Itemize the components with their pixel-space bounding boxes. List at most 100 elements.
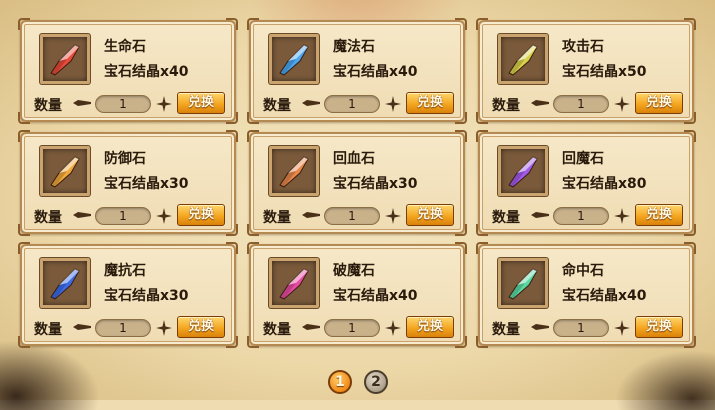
minus-icon[interactable] <box>72 98 92 108</box>
card-corner-ornament <box>18 112 30 124</box>
minus-icon[interactable] <box>530 98 550 108</box>
card-corner-ornament <box>247 336 259 348</box>
gem-icon-frame <box>498 258 548 308</box>
quantity-field[interactable]: 1 <box>95 95 151 113</box>
minus-icon[interactable] <box>301 210 321 220</box>
gem-name: 破魔石 <box>333 263 375 279</box>
card-corner-ornament <box>226 130 238 142</box>
minus-icon[interactable] <box>72 210 92 220</box>
card-corner-ornament <box>226 224 238 236</box>
gem-exchange-card: 回血石 宝石结晶x30 数量 1 兑换 <box>247 130 467 236</box>
plus-icon[interactable] <box>613 319 631 337</box>
minus-icon[interactable] <box>530 210 550 220</box>
exchange-button[interactable]: 兑换 <box>406 204 454 226</box>
minus-icon[interactable] <box>72 322 92 332</box>
card-corner-ornament <box>18 336 30 348</box>
exchange-button[interactable]: 兑换 <box>635 92 683 114</box>
gem-exchange-card: 破魔石 宝石结晶x40 数量 1 兑换 <box>247 242 467 348</box>
plus-icon[interactable] <box>155 207 173 225</box>
card-corner-ornament <box>18 224 30 236</box>
plus-icon[interactable] <box>155 319 173 337</box>
quantity-field[interactable]: 1 <box>324 95 380 113</box>
exchange-button[interactable]: 兑换 <box>635 204 683 226</box>
card-corner-ornament <box>684 112 696 124</box>
gem-name: 攻击石 <box>562 39 604 55</box>
gem-crystal-icon <box>508 44 538 76</box>
card-corner-ornament <box>247 112 259 124</box>
gem-exchange-grid: 生命石 宝石结晶x40 数量 1 兑换 魔法石 宝石结晶x40 数量 1 兑换 … <box>18 18 696 348</box>
quantity-field[interactable]: 1 <box>95 207 151 225</box>
card-corner-ornament <box>476 224 488 236</box>
gem-cost: 宝石结晶x50 <box>562 64 647 80</box>
gem-cost: 宝石结晶x40 <box>562 288 647 304</box>
card-corner-ornament <box>18 130 30 142</box>
card-corner-ornament <box>476 336 488 348</box>
card-corner-ornament <box>226 242 238 254</box>
page-1-button[interactable]: 1 <box>328 370 352 394</box>
minus-icon[interactable] <box>530 322 550 332</box>
gem-icon-frame <box>498 146 548 196</box>
quantity-field[interactable]: 1 <box>553 95 609 113</box>
plus-icon[interactable] <box>384 319 402 337</box>
gem-crystal-icon <box>508 156 538 188</box>
card-corner-ornament <box>247 130 259 142</box>
exchange-button[interactable]: 兑换 <box>406 316 454 338</box>
card-corner-ornament <box>18 242 30 254</box>
quantity-field[interactable]: 1 <box>324 207 380 225</box>
card-corner-ornament <box>247 18 259 30</box>
gem-name: 回血石 <box>333 151 375 167</box>
quantity-label: 数量 <box>492 98 520 114</box>
card-corner-ornament <box>455 112 467 124</box>
quantity-field[interactable]: 1 <box>553 319 609 337</box>
exchange-button[interactable]: 兑换 <box>177 92 225 114</box>
quantity-label: 数量 <box>34 210 62 226</box>
quantity-field[interactable]: 1 <box>324 319 380 337</box>
exchange-button[interactable]: 兑换 <box>177 316 225 338</box>
gem-icon-frame <box>269 258 319 308</box>
exchange-button[interactable]: 兑换 <box>177 204 225 226</box>
minus-icon[interactable] <box>301 322 321 332</box>
quantity-field[interactable]: 1 <box>553 207 609 225</box>
gem-crystal-icon <box>279 156 309 188</box>
gem-icon-frame <box>40 146 90 196</box>
quantity-label: 数量 <box>263 322 291 338</box>
card-corner-ornament <box>18 18 30 30</box>
gem-exchange-card: 魔抗石 宝石结晶x30 数量 1 兑换 <box>18 242 238 348</box>
quantity-label: 数量 <box>492 210 520 226</box>
gem-icon-frame <box>40 34 90 84</box>
card-corner-ornament <box>684 224 696 236</box>
quantity-label: 数量 <box>34 98 62 114</box>
plus-icon[interactable] <box>613 95 631 113</box>
card-corner-ornament <box>455 130 467 142</box>
exchange-button[interactable]: 兑换 <box>406 92 454 114</box>
gem-exchange-card: 生命石 宝石结晶x40 数量 1 兑换 <box>18 18 238 124</box>
gem-cost: 宝石结晶x40 <box>333 64 418 80</box>
gem-cost: 宝石结晶x30 <box>104 288 189 304</box>
quantity-label: 数量 <box>34 322 62 338</box>
gem-icon-frame <box>40 258 90 308</box>
exchange-button[interactable]: 兑换 <box>635 316 683 338</box>
gem-name: 防御石 <box>104 151 146 167</box>
plus-icon[interactable] <box>384 95 402 113</box>
gem-crystal-icon <box>508 268 538 300</box>
plus-icon[interactable] <box>155 95 173 113</box>
page-2-button[interactable]: 2 <box>364 370 388 394</box>
gem-name: 回魔石 <box>562 151 604 167</box>
plus-icon[interactable] <box>613 207 631 225</box>
plus-icon[interactable] <box>384 207 402 225</box>
gem-crystal-icon <box>50 44 80 76</box>
gem-crystal-icon <box>50 156 80 188</box>
card-corner-ornament <box>226 18 238 30</box>
gem-name: 命中石 <box>562 263 604 279</box>
gem-exchange-card: 攻击石 宝石结晶x50 数量 1 兑换 <box>476 18 696 124</box>
gem-crystal-icon <box>50 268 80 300</box>
gem-cost: 宝石结晶x30 <box>333 176 418 192</box>
minus-icon[interactable] <box>301 98 321 108</box>
gem-exchange-card: 回魔石 宝石结晶x80 数量 1 兑换 <box>476 130 696 236</box>
quantity-field[interactable]: 1 <box>95 319 151 337</box>
gem-name: 生命石 <box>104 39 146 55</box>
gem-cost: 宝石结晶x30 <box>104 176 189 192</box>
gem-icon-frame <box>498 34 548 84</box>
card-corner-ornament <box>455 336 467 348</box>
gem-exchange-card: 魔法石 宝石结晶x40 数量 1 兑换 <box>247 18 467 124</box>
